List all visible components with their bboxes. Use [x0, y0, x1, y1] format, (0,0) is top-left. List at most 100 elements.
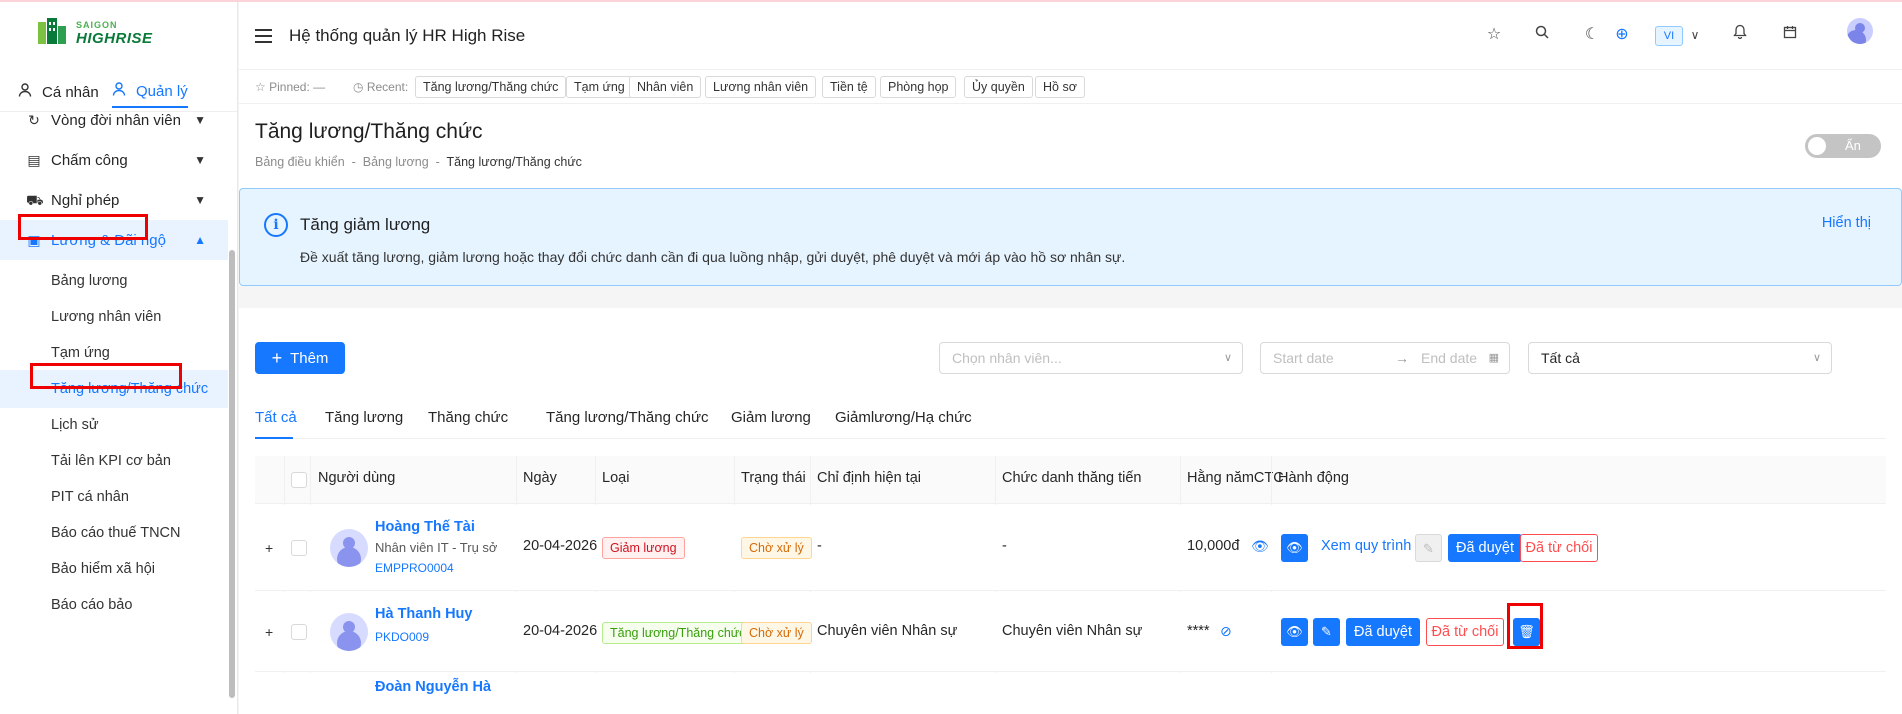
sidebar: SAIGON HIGHRISE Cá nhân Quản lý ↻ Vòng đ…	[0, 2, 238, 714]
view-process-link[interactable]: Xem quy trình	[1321, 538, 1411, 554]
highlight-box	[1507, 603, 1543, 649]
reject-button[interactable]: Đã từ chối	[1520, 534, 1598, 562]
recent-chip[interactable]: Lương nhân viên	[705, 76, 817, 98]
sidebar-subitem-social-insurance[interactable]: Bảo hiểm xã hội	[0, 550, 228, 588]
user-code: EMPPRO0004	[375, 561, 454, 575]
sidebar-subitem-pit-report[interactable]: Báo cáo thuế TNCN	[0, 514, 228, 552]
recent-chip[interactable]: Ủy quyền	[964, 76, 1033, 98]
ctc-value: 10,000đ	[1187, 538, 1240, 554]
recent-chip[interactable]: Hồ sơ	[1035, 76, 1085, 98]
plus-circle-icon[interactable]: ⊕	[1611, 24, 1633, 46]
recent-chip[interactable]: Tiền tệ	[822, 76, 876, 98]
tab-promotion[interactable]: Thăng chức	[428, 409, 508, 426]
sidebar-scrollbar[interactable]	[229, 250, 235, 698]
breadcrumb-separator: -	[351, 155, 356, 169]
expand-icon[interactable]: +	[265, 541, 279, 555]
select-all-checkbox[interactable]	[291, 472, 307, 488]
edit-button[interactable]: ✎	[1313, 618, 1340, 646]
calendar-icon: ▦	[1488, 352, 1499, 364]
status-select-value: Tất cả	[1541, 350, 1580, 366]
view-button[interactable]: 👁	[1281, 534, 1308, 562]
hide-toggle[interactable]: Ẩn	[1805, 134, 1881, 158]
chevron-down-icon: ▼	[194, 113, 206, 127]
breadcrumb-item[interactable]: Bảng điều khiển	[255, 155, 345, 169]
tab-decrease-demotion[interactable]: Giảmlương/Hạ chức	[835, 409, 972, 426]
recent-chip[interactable]: Nhân viên	[629, 76, 702, 98]
recent-chip[interactable]: Phòng họp	[880, 76, 957, 98]
sidebar-item-employee-lifecycle[interactable]: ↻ Vòng đời nhân viên ▼	[0, 100, 228, 140]
start-date-input[interactable]: Start date	[1273, 350, 1334, 366]
reject-button[interactable]: Đã từ chối	[1426, 618, 1504, 646]
table-row: + Hoàng Thế Tài Nhân viên IT - Trụ sở EM…	[255, 505, 1886, 591]
type-tag: Giảm lương	[602, 537, 685, 559]
sidebar-subitem-employee-salary[interactable]: Lương nhân viên	[0, 298, 228, 336]
company-logo[interactable]: SAIGON HIGHRISE	[36, 16, 166, 50]
sidebar-item-attendance[interactable]: ▤ Chấm công ▼	[0, 140, 228, 180]
row-checkbox[interactable]	[291, 624, 307, 640]
chevron-down-icon: ▼	[194, 153, 206, 167]
employee-select[interactable]: Chọn nhân viên... ∨	[939, 342, 1243, 374]
status-select[interactable]: Tất cả ∨	[1528, 342, 1832, 374]
tab-raise-promotion[interactable]: Tăng lương/Thăng chức	[546, 409, 709, 426]
column-header: Chỉ định hiện tại	[817, 470, 921, 486]
end-date-input[interactable]: End date	[1421, 343, 1477, 373]
tab-raise[interactable]: Tăng lương	[325, 409, 403, 426]
breadcrumb-item[interactable]: Bảng lương	[363, 155, 429, 169]
approve-button[interactable]: Đã duyệt	[1448, 534, 1522, 562]
menu-icon[interactable]	[255, 29, 272, 43]
eye-icon: 👁	[1286, 624, 1303, 639]
user-avatar[interactable]	[1847, 18, 1873, 44]
tab-decrease[interactable]: Giảm lương	[731, 409, 811, 426]
calendar-icon[interactable]	[1779, 24, 1801, 46]
sidebar-subitem-insurance-report[interactable]: Báo cáo bảo	[0, 586, 228, 624]
sidebar-subitem-personal-pit[interactable]: PIT cá nhân	[0, 478, 228, 516]
row-checkbox[interactable]	[291, 540, 307, 556]
date-cell: 20-04-2026	[523, 538, 598, 554]
sidebar-item-label: Vòng đời nhân viên	[51, 111, 181, 129]
raise-table: Người dùng Ngày Loại Trạng thái Chỉ định…	[255, 456, 1886, 714]
sidebar-subitem-kpi-upload[interactable]: Tải lên KPI cơ bản	[0, 442, 228, 480]
status-badge: Chờ xử lý	[741, 622, 812, 644]
sidebar-subitem-label: Báo cáo thuế TNCN	[51, 525, 181, 541]
active-tab-indicator	[255, 437, 293, 439]
eye-off-icon[interactable]: ⊘	[1220, 623, 1232, 640]
recent-chip[interactable]: Tăng lương/Thăng chức	[415, 76, 567, 98]
expand-icon[interactable]: +	[265, 625, 279, 639]
sidebar-subitem-label: Báo cáo bảo	[51, 597, 133, 613]
eye-icon[interactable]: 👁	[1251, 538, 1269, 555]
user-name[interactable]: Đoàn Nguyễn Hà	[375, 679, 491, 695]
language-selector[interactable]: VI	[1655, 26, 1683, 46]
user-code: PKDO009	[375, 630, 430, 644]
breadcrumb-current: Tăng lương/Thăng chức	[446, 155, 582, 169]
star-icon[interactable]: ☆	[1483, 24, 1505, 46]
chevron-down-icon[interactable]: ∨	[1684, 24, 1706, 46]
moon-icon[interactable]: ☾	[1581, 24, 1603, 46]
user-name[interactable]: Hà Thanh Huy	[375, 606, 472, 622]
user-name[interactable]: Hoàng Thế Tài	[375, 519, 475, 535]
add-button[interactable]: + Thêm	[255, 342, 345, 374]
sidebar-subitem-label: Lịch sử	[51, 417, 99, 433]
table-row: + Hà Thanh Huy PKDO009 20-04-2026 Tăng l…	[255, 592, 1886, 672]
sidebar-subitem-label: Lương nhân viên	[51, 309, 162, 325]
approve-button[interactable]: Đã duyệt	[1346, 618, 1420, 646]
sidebar-subitem-history[interactable]: Lịch sử	[0, 406, 228, 444]
search-icon[interactable]	[1531, 24, 1553, 46]
logo-icon	[38, 18, 66, 44]
view-button[interactable]: 👁	[1281, 618, 1308, 646]
table-row: Đoàn Nguyễn Hà	[255, 673, 1886, 714]
column-header: Ngày	[523, 470, 557, 486]
column-header: Trạng thái	[741, 470, 806, 486]
alert-show-link[interactable]: Hiển thị	[1822, 215, 1871, 231]
highlight-box	[30, 363, 182, 389]
tab-management-label: Quản lý	[136, 82, 188, 100]
recent-chip[interactable]: Tạm ứng	[566, 76, 633, 98]
bell-icon[interactable]	[1729, 24, 1751, 46]
column-header: Người dùng	[318, 470, 396, 486]
tab-all[interactable]: Tất cả	[255, 409, 297, 426]
user-icon	[112, 82, 126, 100]
column-header: Chức danh thăng tiến	[1002, 470, 1142, 486]
top-header: Hệ thống quản lý HR High Rise ☆ ☾ ⊕ VI ∨	[239, 2, 1902, 70]
date-range-picker[interactable]: Start date → End date ▦	[1260, 342, 1510, 374]
sidebar-subitem-payroll[interactable]: Bảng lương	[0, 262, 228, 300]
arrow-right-icon: →	[1395, 350, 1409, 366]
